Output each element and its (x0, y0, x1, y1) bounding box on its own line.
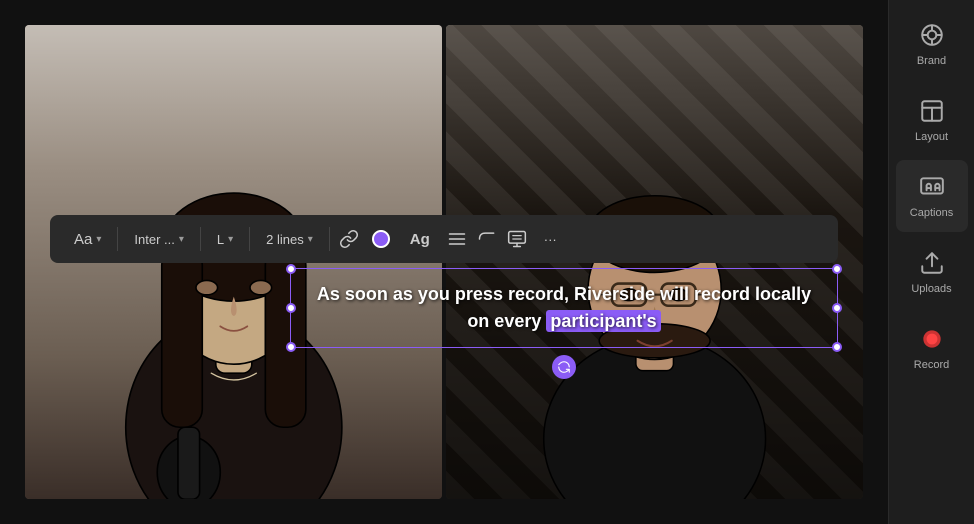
caption-style-icon (507, 229, 527, 249)
text-style-button[interactable]: Ag (402, 227, 438, 252)
font-style-button[interactable]: Aa ▾ (66, 227, 109, 252)
lines-label: 2 lines (266, 232, 304, 247)
sidebar: Brand Layout Captions (888, 0, 974, 524)
handle-mid-left[interactable] (286, 303, 296, 313)
uploads-icon (918, 249, 946, 277)
align-icon (447, 229, 467, 249)
layout-icon (918, 97, 946, 125)
font-family-label: Inter ... (134, 232, 174, 247)
more-options-label: ··· (544, 232, 557, 247)
text-style-label: Ag (410, 231, 430, 248)
captions-icon (918, 173, 946, 201)
captions-label: Captions (910, 207, 953, 219)
record-label: Record (914, 359, 949, 371)
lines-chevron: ▾ (308, 234, 313, 245)
font-size-chevron: ▾ (228, 234, 233, 245)
main-area: Aa ▾ Inter ... ▾ L ▾ 2 lines ▾ (0, 0, 888, 524)
sidebar-item-brand[interactable]: Brand (896, 8, 968, 80)
rotate-icon (557, 360, 571, 374)
link-icon (339, 229, 359, 249)
divider-2 (200, 227, 201, 251)
caption-text-highlight: participant's (546, 310, 660, 332)
color-dot (372, 230, 390, 248)
handle-top-right[interactable] (832, 264, 842, 274)
sidebar-item-record[interactable]: Record (896, 312, 968, 384)
lines-button[interactable]: 2 lines ▾ (258, 228, 321, 251)
caption-box[interactable]: As soon as you press record, Riverside w… (290, 268, 838, 348)
record-icon (918, 325, 946, 353)
divider-3 (249, 227, 250, 251)
divider-4 (329, 227, 330, 251)
font-style-chevron: ▾ (96, 234, 101, 245)
color-picker-button[interactable] (368, 226, 394, 252)
layout-label: Layout (915, 131, 948, 143)
caption-style-button[interactable] (506, 228, 528, 250)
font-size-label: L (217, 232, 224, 247)
corner-radius-icon (477, 229, 497, 249)
brand-icon (918, 21, 946, 49)
caption-box-inner: As soon as you press record, Riverside w… (290, 268, 838, 348)
caption-text: As soon as you press record, Riverside w… (307, 281, 821, 335)
divider-1 (117, 227, 118, 251)
handle-bottom-left[interactable] (286, 342, 296, 352)
sidebar-item-layout[interactable]: Layout (896, 84, 968, 156)
handle-bottom-right[interactable] (832, 342, 842, 352)
font-size-button[interactable]: L ▾ (209, 228, 241, 251)
handle-top-left[interactable] (286, 264, 296, 274)
sidebar-item-uploads[interactable]: Uploads (896, 236, 968, 308)
corner-radius-button[interactable] (476, 228, 498, 250)
caption-toolbar: Aa ▾ Inter ... ▾ L ▾ 2 lines ▾ (50, 215, 838, 263)
align-icon-button[interactable] (446, 228, 468, 250)
font-style-label: Aa (74, 231, 92, 248)
link-icon-button[interactable] (338, 228, 360, 250)
font-family-chevron: ▾ (179, 234, 184, 245)
brand-label: Brand (917, 55, 946, 67)
uploads-label: Uploads (911, 283, 951, 295)
rotate-handle[interactable] (552, 355, 576, 379)
more-options-button[interactable]: ··· (536, 228, 565, 251)
font-family-button[interactable]: Inter ... ▾ (126, 228, 192, 251)
handle-mid-right[interactable] (832, 303, 842, 313)
sidebar-item-captions[interactable]: Captions (896, 160, 968, 232)
